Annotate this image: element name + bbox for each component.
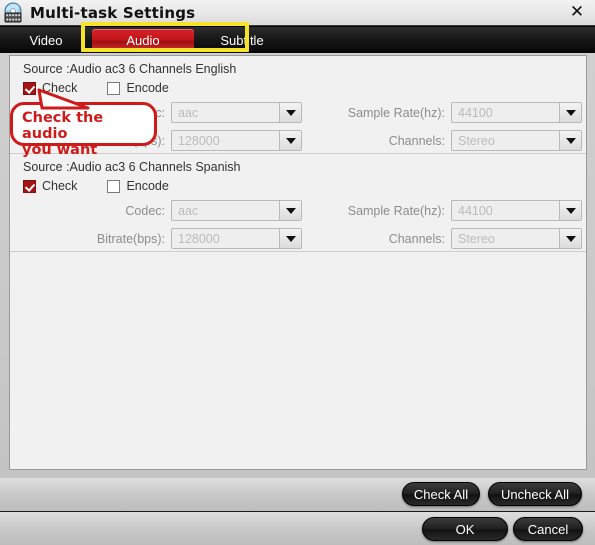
channels-value: Stereo [458, 231, 495, 246]
channels-label: Channels: [388, 232, 445, 246]
channels-select[interactable]: Stereo [451, 228, 582, 249]
check-checkbox[interactable] [23, 81, 36, 95]
track-toggle-row: Check Encode [23, 179, 169, 193]
channels-label: Channels: [388, 134, 445, 148]
encode-checkbox-label: Encode [126, 179, 169, 193]
multi-task-settings-window: Multi-task Settings ✕ Video Audio Subtit… [0, 0, 595, 545]
codec-value: aac [178, 105, 199, 120]
encode-checkbox-label: Encode [126, 81, 169, 95]
title-bar: Multi-task Settings ✕ [0, 0, 595, 26]
bitrate-select[interactable]: 128000 [171, 130, 302, 151]
callout-line-1: Check the audio [22, 110, 104, 142]
tab-audio[interactable]: Audio [92, 29, 194, 52]
encode-checkbox[interactable] [107, 81, 121, 95]
chevron-down-icon[interactable] [559, 201, 581, 220]
callout-tail [36, 88, 96, 112]
track-source-line: Source :Audio ac3 6 Channels Spanish [23, 160, 241, 174]
sample-rate-value: 44100 [458, 203, 493, 218]
bitrate-select[interactable]: 128000 [171, 228, 302, 249]
sample-rate-select[interactable]: 44100 [451, 102, 582, 123]
channels-value: Stereo [458, 133, 495, 148]
chevron-down-icon[interactable] [279, 103, 301, 122]
encode-checkbox[interactable] [107, 179, 121, 193]
disc-film-icon [3, 2, 25, 24]
codec-value: aac [178, 203, 199, 218]
window-title: Multi-task Settings [30, 3, 196, 22]
chevron-down-icon[interactable] [559, 229, 581, 248]
check-checkbox-label: Check [42, 179, 78, 193]
sample-rate-label: Sample Rate(hz): [347, 106, 445, 120]
tab-bar: Video Audio Subtitle [0, 26, 595, 55]
chevron-down-icon[interactable] [559, 103, 581, 122]
close-icon[interactable]: ✕ [559, 0, 595, 25]
track-source-line: Source :Audio ac3 6 Channels English [23, 62, 237, 76]
cancel-button[interactable]: Cancel [513, 517, 583, 541]
callout-line-2: you want [22, 142, 98, 158]
codec-select[interactable]: aac [171, 102, 302, 123]
bitrate-value: 128000 [178, 231, 220, 246]
tab-subtitle[interactable]: Subtitle [194, 27, 290, 54]
channels-select[interactable]: Stereo [451, 130, 582, 151]
codec-label: Codec: [125, 204, 165, 218]
table-row: Source :Audio ac3 6 Channels Spanish Che… [10, 154, 586, 252]
bitrate-label: Bitrate(bps): [96, 232, 165, 246]
uncheck-all-button[interactable]: Uncheck All [488, 482, 582, 506]
chevron-down-icon[interactable] [559, 131, 581, 150]
callout-text: Check the audio you want [22, 110, 150, 158]
codec-select[interactable]: aac [171, 200, 302, 221]
sample-rate-label: Sample Rate(hz): [347, 204, 445, 218]
sample-rate-value: 44100 [458, 105, 493, 120]
check-checkbox[interactable] [23, 179, 36, 193]
tab-video[interactable]: Video [0, 27, 92, 54]
chevron-down-icon[interactable] [279, 201, 301, 220]
bitrate-value: 128000 [178, 133, 220, 148]
check-all-button[interactable]: Check All [402, 482, 480, 506]
sample-rate-select[interactable]: 44100 [451, 200, 582, 221]
chevron-down-icon[interactable] [279, 131, 301, 150]
chevron-down-icon[interactable] [279, 229, 301, 248]
ok-button[interactable]: OK [422, 517, 508, 541]
